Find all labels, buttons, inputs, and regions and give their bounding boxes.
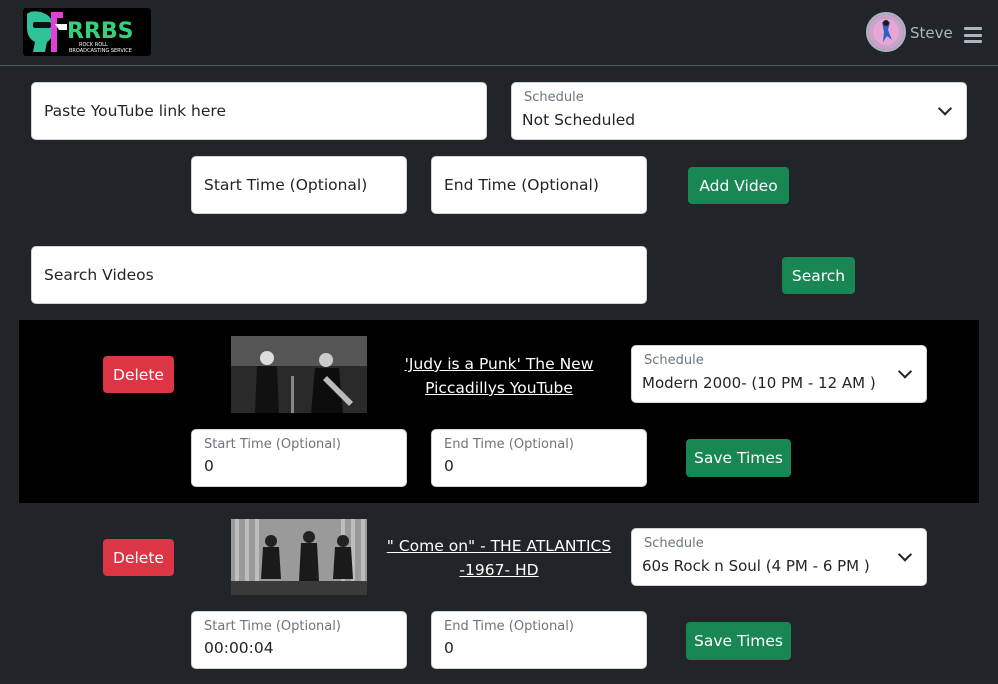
chevron-down-icon (897, 364, 913, 379)
video-start-time-input[interactable]: Start Time (Optional) 0 (191, 429, 407, 487)
end-time-input[interactable]: End Time (Optional) (431, 156, 647, 214)
delete-button[interactable]: Delete (103, 539, 174, 576)
video-title-line: Piccadillys YouTube (425, 379, 573, 397)
video-title-link[interactable]: " Come on" - THE ATLANTICS -1967- HD (380, 534, 618, 582)
video-schedule-select[interactable]: Schedule Modern 2000- (10 PM - 12 AM ) (631, 345, 927, 403)
search-videos-input[interactable]: Search Videos (31, 246, 647, 304)
video-title-line: " Come on" - THE ATLANTICS (386, 537, 612, 555)
video-title-link[interactable]: 'Judy is a Punk' The New Piccadillys You… (380, 352, 618, 400)
save-times-button[interactable]: Save Times (686, 439, 791, 477)
save-times-button[interactable]: Save Times (686, 622, 791, 660)
user-avatar[interactable] (866, 12, 906, 52)
video-start-time-input[interactable]: Start Time (Optional) 00:00:04 (191, 611, 407, 669)
menu-icon[interactable] (964, 27, 982, 43)
search-button[interactable]: Search (782, 257, 855, 294)
video-schedule-select[interactable]: Schedule 60s Rock n Soul (4 PM - 6 PM ) (631, 528, 927, 586)
add-video-button[interactable]: Add Video (688, 167, 789, 204)
chevron-down-icon (897, 547, 913, 562)
delete-button[interactable]: Delete (103, 356, 174, 393)
video-title-line: 'Judy is a Punk' The New (404, 355, 594, 373)
chevron-down-icon (937, 101, 953, 116)
rrbs-logo[interactable]: RRBS ROCK ROLL BROADCASTING SERVICE (23, 8, 151, 56)
video-end-time-input[interactable]: End Time (Optional) 0 (431, 429, 647, 487)
svg-text:BROADCASTING SERVICE: BROADCASTING SERVICE (69, 48, 132, 54)
video-thumbnail[interactable] (231, 519, 367, 595)
start-time-input[interactable]: Start Time (Optional) (191, 156, 407, 214)
schedule-select[interactable]: Schedule Not Scheduled (511, 82, 967, 140)
video-title-line: -1967- HD (459, 561, 539, 579)
video-thumbnail[interactable] (231, 336, 367, 413)
youtube-link-input[interactable]: Paste YouTube link here (31, 82, 487, 140)
username-label[interactable]: Steve (910, 24, 953, 42)
svg-text:RRBS: RRBS (67, 19, 134, 44)
video-end-time-input[interactable]: End Time (Optional) 0 (431, 611, 647, 669)
